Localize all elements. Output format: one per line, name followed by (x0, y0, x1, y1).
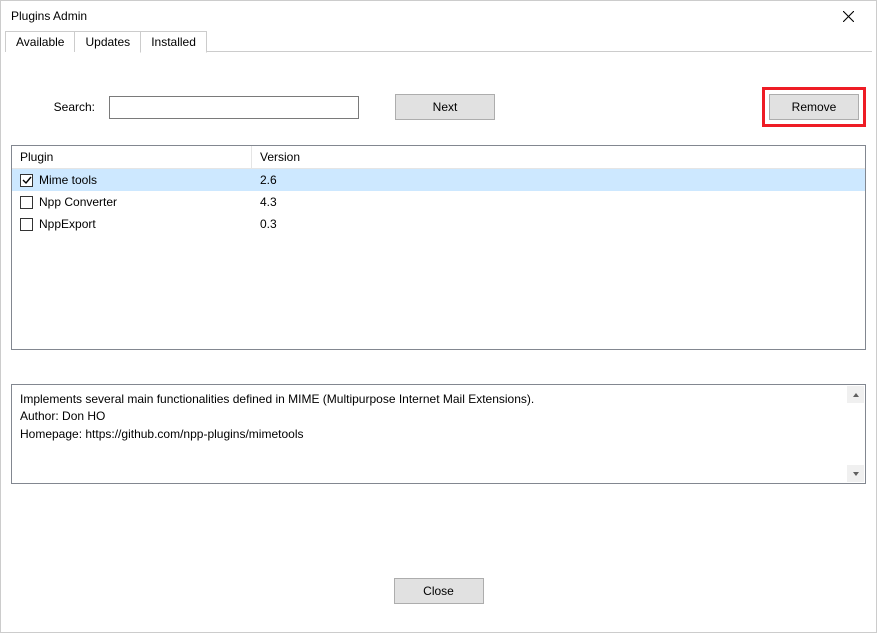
description-homepage: Homepage: https://github.com/npp-plugins… (20, 426, 841, 443)
scroll-down-button[interactable] (847, 465, 864, 482)
plugin-checkbox[interactable] (20, 196, 33, 209)
plugin-cell: Npp Converter (12, 193, 252, 211)
plugin-name: Mime tools (39, 173, 97, 187)
tab-updates[interactable]: Updates (74, 31, 141, 52)
search-row: Search: Next Remove (11, 87, 866, 127)
window-close-button[interactable] (828, 2, 868, 30)
description-line: Implements several main functionalities … (20, 391, 841, 408)
plugin-checkbox[interactable] (20, 174, 33, 187)
plugin-version: 4.3 (252, 193, 402, 211)
search-input[interactable] (109, 96, 359, 119)
search-label: Search: (11, 100, 101, 114)
column-plugin[interactable]: Plugin (12, 146, 252, 168)
chevron-down-icon (852, 470, 860, 478)
plugin-name: Npp Converter (39, 195, 117, 209)
tab-content: Search: Next Remove Plugin Version Mime … (1, 52, 876, 494)
dialog-footer: Close (394, 578, 484, 604)
close-icon (843, 11, 854, 22)
remove-highlight-box: Remove (762, 87, 866, 127)
check-icon (22, 175, 32, 185)
plugin-cell: NppExport (12, 215, 252, 233)
window-title: Plugins Admin (11, 9, 87, 23)
plugin-row[interactable]: Npp Converter 4.3 (12, 191, 865, 213)
description-box: Implements several main functionalities … (11, 384, 866, 484)
tab-installed[interactable]: Installed (140, 31, 207, 53)
scroll-up-button[interactable] (847, 386, 864, 403)
plugin-row[interactable]: NppExport 0.3 (12, 213, 865, 235)
plugin-list: Plugin Version Mime tools 2.6 Npp Conver… (11, 145, 866, 350)
tab-strip: Available Updates Installed (1, 31, 876, 53)
plugin-cell: Mime tools (12, 171, 252, 189)
plugin-checkbox[interactable] (20, 218, 33, 231)
plugin-name: NppExport (39, 217, 96, 231)
column-version[interactable]: Version (252, 146, 402, 168)
close-button[interactable]: Close (394, 578, 484, 604)
plugin-list-header: Plugin Version (12, 146, 865, 169)
plugin-version: 0.3 (252, 215, 402, 233)
titlebar: Plugins Admin (1, 1, 876, 31)
remove-button[interactable]: Remove (769, 94, 859, 120)
plugin-row[interactable]: Mime tools 2.6 (12, 169, 865, 191)
tab-available[interactable]: Available (5, 31, 75, 52)
chevron-up-icon (852, 391, 860, 399)
plugin-version: 2.6 (252, 171, 402, 189)
description-author: Author: Don HO (20, 408, 841, 425)
next-button[interactable]: Next (395, 94, 495, 120)
